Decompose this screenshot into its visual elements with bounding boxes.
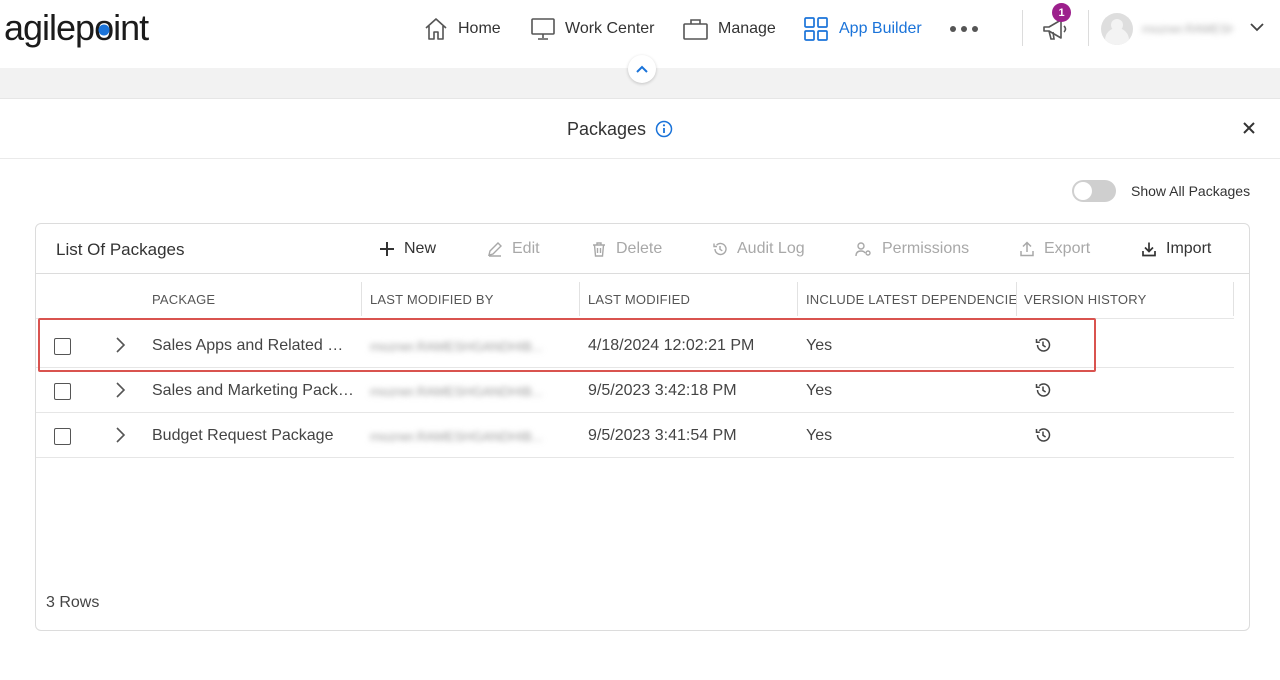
collapse-header-button[interactable] (628, 55, 656, 83)
cell-package: Sales and Marketing Packa... (152, 382, 354, 399)
cell-last-modified-by: rnozner.RAMESHGANDHIB... (370, 384, 543, 399)
avatar[interactable] (1101, 13, 1133, 45)
monitor-icon (531, 18, 555, 40)
agilepoint-logo[interactable]: agilepoint (4, 8, 149, 48)
nav-manage[interactable]: Manage (682, 14, 776, 44)
panel-header: Packages (0, 99, 1280, 159)
column-separator (797, 282, 798, 316)
table-row[interactable]: Budget Request Package rnozner.RAMESHGAN… (36, 413, 1234, 458)
chevron-right-icon[interactable] (114, 336, 126, 354)
table-row[interactable]: Sales Apps and Related Re... rnozner.RAM… (36, 323, 1234, 368)
version-history-icon[interactable] (1034, 381, 1052, 399)
nav-separator (1022, 10, 1023, 46)
row-checkbox[interactable] (54, 338, 71, 355)
nav-home-label: Home (458, 20, 501, 37)
packages-list-card: List Of Packages New Edit Delete Audit L… (35, 223, 1250, 631)
chevron-right-icon[interactable] (114, 426, 126, 444)
plus-icon (380, 242, 394, 256)
briefcase-icon (683, 19, 708, 40)
chevron-down-icon[interactable] (1250, 22, 1264, 32)
nav-manage-label: Manage (718, 20, 776, 37)
row-checkbox[interactable] (54, 428, 71, 445)
chevron-up-icon (636, 65, 648, 73)
grid-icon (804, 17, 828, 41)
header-divider (36, 318, 1234, 319)
more-menu-button[interactable] (950, 18, 978, 40)
home-icon (425, 18, 447, 40)
row-checkbox[interactable] (54, 383, 71, 400)
show-all-packages-label: Show All Packages (1131, 183, 1251, 199)
page-title: Packages (567, 119, 647, 139)
column-separator (1016, 282, 1017, 316)
nav-separator (1088, 10, 1089, 46)
edit-button[interactable]: Edit (487, 238, 540, 260)
cell-last-modified-by: rnozner.RAMESHGANDHIB... (370, 339, 543, 354)
user-name[interactable]: rnozner.RAMESHGANDHIB... (1142, 22, 1234, 36)
cell-package: Budget Request Package (152, 427, 334, 444)
column-header-version-history[interactable]: VERSION HISTORY (1024, 292, 1146, 307)
trash-icon (593, 242, 605, 257)
cell-include-latest-dependencies: Yes (806, 337, 833, 354)
toolbar-divider (36, 273, 1249, 274)
delete-button[interactable]: Delete (591, 238, 662, 260)
chevron-right-icon[interactable] (114, 381, 126, 399)
pencil-icon (488, 242, 502, 257)
packages-panel: Packages Show All Packages List Of Packa… (0, 98, 1280, 680)
cell-package: Sales Apps and Related Re... (152, 337, 354, 354)
export-button[interactable]: Export (1019, 238, 1090, 260)
version-history-icon[interactable] (1034, 336, 1052, 354)
table-row[interactable]: Sales and Marketing Packa... rnozner.RAM… (36, 368, 1234, 413)
permissions-button[interactable]: Permissions (855, 238, 969, 260)
import-button[interactable]: Import (1141, 238, 1211, 260)
column-header-last-modified-by[interactable]: LAST MODIFIED BY (370, 292, 494, 307)
nav-app-builder[interactable]: App Builder (803, 14, 922, 44)
upload-icon (1020, 241, 1034, 257)
close-icon[interactable] (1240, 119, 1258, 137)
column-header-last-modified[interactable]: LAST MODIFIED (588, 292, 690, 307)
cell-include-latest-dependencies: Yes (806, 382, 833, 399)
user-key-icon (855, 242, 871, 257)
show-all-packages-toggle[interactable] (1072, 180, 1116, 202)
column-separator (1233, 282, 1234, 316)
cell-last-modified: 9/5/2023 3:42:18 PM (588, 382, 737, 399)
info-icon[interactable] (655, 120, 673, 138)
cell-include-latest-dependencies: Yes (806, 427, 833, 444)
column-separator (579, 282, 580, 316)
notification-badge: 1 (1052, 3, 1071, 22)
list-title: List Of Packages (56, 240, 185, 259)
nav-work-center-label: Work Center (565, 20, 655, 37)
nav-home[interactable]: Home (423, 14, 501, 44)
nav-work-center[interactable]: Work Center (530, 14, 655, 44)
download-icon (1142, 242, 1156, 257)
column-header-package[interactable]: PACKAGE (152, 292, 215, 307)
column-header-include-latest-dependencies[interactable]: INCLUDE LATEST DEPENDENCIES (806, 292, 1018, 307)
cell-last-modified: 4/18/2024 12:02:21 PM (588, 337, 755, 354)
audit-log-button[interactable]: Audit Log (712, 238, 805, 260)
cell-last-modified-by: rnozner.RAMESHGANDHIB... (370, 429, 543, 444)
nav-app-builder-label: App Builder (839, 20, 922, 37)
row-count: 3 Rows (46, 594, 100, 611)
cell-last-modified: 9/5/2023 3:41:54 PM (588, 427, 737, 444)
version-history-icon[interactable] (1034, 426, 1052, 444)
history-icon (713, 242, 727, 256)
column-separator (361, 282, 362, 316)
new-button[interactable]: New (379, 238, 436, 260)
